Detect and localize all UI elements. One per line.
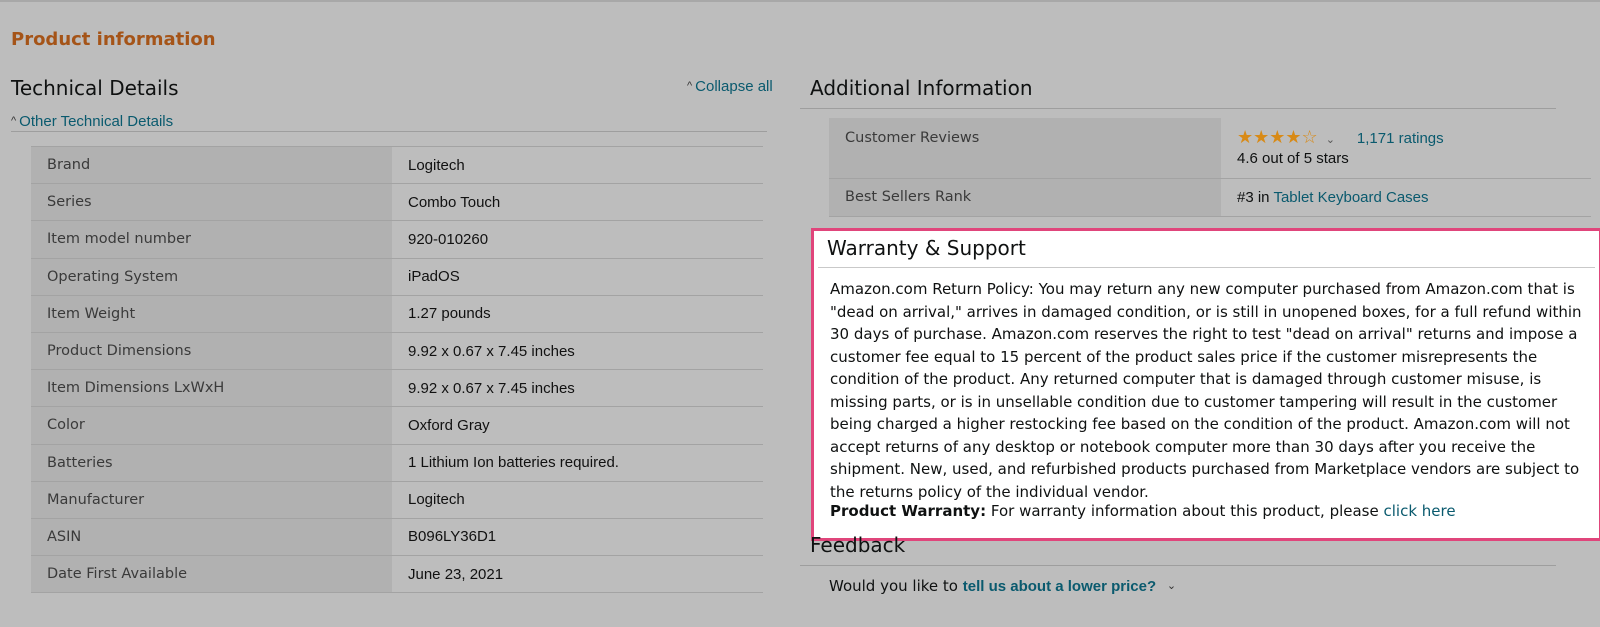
spec-value: Logitech [392, 145, 763, 185]
spec-key: Series [31, 183, 392, 222]
other-technical-details-toggle[interactable]: ^ Other Technical Details [11, 113, 173, 130]
chevron-up-icon: ^ [11, 115, 17, 127]
spec-value: 1.27 pounds [392, 294, 763, 333]
additional-divider [800, 108, 1556, 109]
spec-value: June 23, 2021 [392, 555, 763, 594]
table-row: Item Dimensions LxWxH 9.92 x 0.67 x 7.45 … [31, 369, 763, 408]
chevron-up-icon: ^ [687, 80, 693, 92]
spec-value: 920-010260 [392, 220, 763, 259]
spec-key: ASIN [31, 517, 392, 557]
table-row: Product Dimensions 9.92 x 0.67 x 7.45 inc… [31, 331, 763, 371]
spec-value: B096LY36D1 [392, 517, 763, 557]
technical-details-heading: Technical Details [11, 76, 179, 100]
feedback-question-text: Would you like to [829, 577, 958, 595]
table-row: Color Oxford Gray [31, 406, 763, 445]
spec-key: Item model number [31, 220, 392, 259]
rank-prefix: #3 in [1237, 188, 1270, 206]
table-row: Best Sellers Rank #3 in Tablet Keyboard … [829, 178, 1591, 217]
collapse-all-link[interactable]: ^ Collapse all [687, 78, 773, 95]
chevron-down-icon[interactable]: ⌄ [1326, 134, 1335, 146]
spec-value: 9.92 x 0.67 x 7.45 inches [392, 369, 763, 408]
warranty-divider [818, 267, 1595, 268]
technical-details-table: Brand Logitech Series Combo Touch Item model… [31, 145, 763, 594]
spec-key: Brand [31, 145, 392, 185]
spec-key: Item Weight [31, 294, 392, 333]
product-warranty-label: Product Warranty: [830, 502, 987, 520]
chevron-down-icon[interactable]: ⌄ [1167, 579, 1176, 592]
section-title: Product information [11, 29, 216, 50]
reviews-cell: ★★★★☆ ⌄ 1,171 ratings 4.6 out of 5 stars [1221, 118, 1591, 179]
spec-key: Date First Available [31, 555, 392, 594]
reviews-label: Customer Reviews [829, 118, 1221, 179]
spec-key: Color [31, 406, 392, 445]
feedback-divider [800, 565, 1556, 566]
spec-key: Batteries [31, 443, 392, 482]
additional-information-table: Customer Reviews ★★★★☆ ⌄ 1,171 ratings 4.6… [829, 118, 1591, 217]
ratings-count-link[interactable]: 1,171 ratings [1357, 130, 1444, 147]
other-technical-details-label: Other Technical Details [19, 113, 174, 130]
table-row: Brand Logitech [31, 145, 763, 185]
spec-value: Combo Touch [392, 183, 763, 222]
spec-value: Oxford Gray [392, 406, 763, 445]
table-row: ASIN B096LY36D1 [31, 517, 763, 557]
best-sellers-rank-label: Best Sellers Rank [829, 178, 1221, 217]
feedback-question: Would you like to tell us about a lower … [829, 577, 1179, 595]
warranty-click-here-link[interactable]: click here [1384, 502, 1456, 520]
spec-value: Logitech [392, 480, 763, 519]
table-row: Operating System iPadOS [31, 257, 763, 296]
top-divider [0, 0, 1600, 2]
table-row: Date First Available June 23, 2021 [31, 555, 763, 594]
product-warranty-line: Product Warranty: For warranty informati… [830, 502, 1456, 520]
spec-key: Operating System [31, 257, 392, 296]
rating-text: 4.6 out of 5 stars [1237, 150, 1349, 167]
table-row: Manufacturer Logitech [31, 480, 763, 519]
table-row: Item model number 920-010260 [31, 220, 763, 259]
spec-key: Manufacturer [31, 480, 392, 519]
rank-category-link[interactable]: Tablet Keyboard Cases [1273, 189, 1428, 206]
feedback-heading: Feedback [810, 533, 906, 557]
table-row: Batteries 1 Lithium Ion batteries require… [31, 443, 763, 482]
spec-value: 1 Lithium Ion batteries required. [392, 443, 763, 482]
additional-information-heading: Additional Information [810, 76, 1033, 100]
product-warranty-text: For warranty information about this prod… [990, 502, 1379, 520]
lower-price-link[interactable]: tell us about a lower price? [963, 578, 1156, 595]
warranty-support-panel: Warranty & Support Amazon.com Return Pol… [811, 228, 1600, 541]
technical-divider [11, 131, 767, 132]
return-policy-text: Amazon.com Return Policy: You may return… [830, 280, 1582, 501]
table-row: Item Weight 1.27 pounds [31, 294, 763, 333]
table-row: Series Combo Touch [31, 183, 763, 222]
best-sellers-rank-cell: #3 in Tablet Keyboard Cases [1221, 178, 1591, 217]
table-row: Customer Reviews ★★★★☆ ⌄ 1,171 ratings 4.6… [829, 118, 1591, 179]
star-rating-icon[interactable]: ★★★★☆ [1237, 127, 1318, 147]
spec-key: Item Dimensions LxWxH [31, 369, 392, 408]
spec-value: 9.92 x 0.67 x 7.45 inches [392, 331, 763, 371]
warranty-support-heading: Warranty & Support [827, 236, 1026, 260]
spec-value: iPadOS [392, 257, 763, 296]
spec-key: Product Dimensions [31, 331, 392, 371]
collapse-all-label: Collapse all [695, 78, 773, 95]
